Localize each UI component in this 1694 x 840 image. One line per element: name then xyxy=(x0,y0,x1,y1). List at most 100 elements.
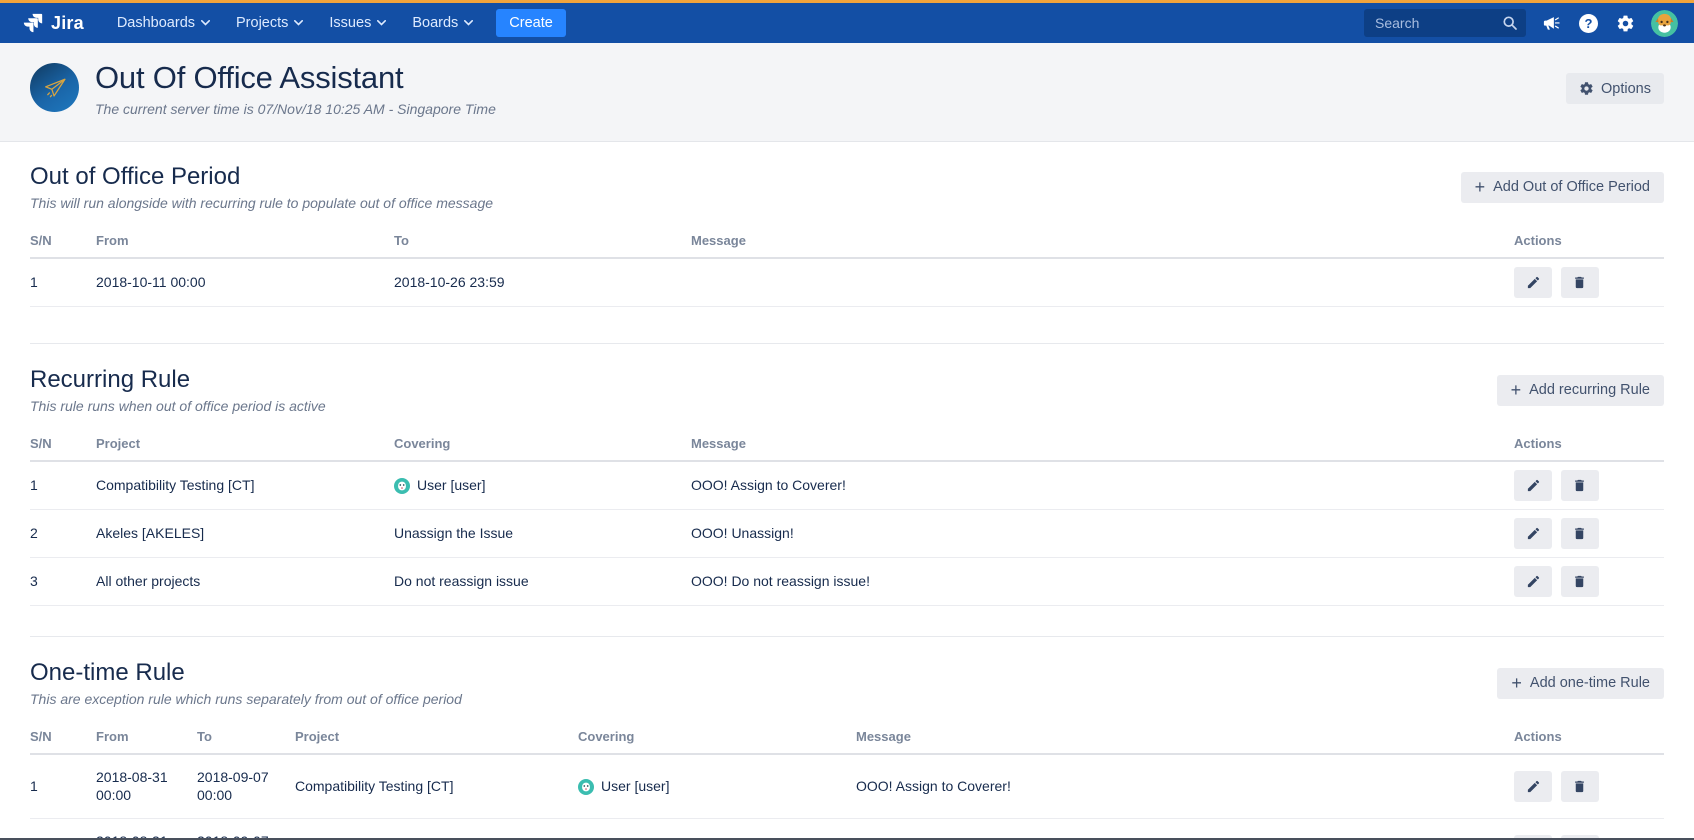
section-divider xyxy=(30,343,1664,344)
cell-actions xyxy=(1514,558,1664,606)
cell-message xyxy=(691,258,1514,307)
edit-button[interactable] xyxy=(1514,470,1552,501)
trash-icon xyxy=(1572,574,1587,589)
cell-message: OOO! Assign to Coverer! xyxy=(691,461,1514,510)
dog-avatar-icon xyxy=(1651,10,1678,37)
section-subtitle: This are exception rule which runs separ… xyxy=(30,691,462,707)
cell-covering: Unassign the Issue xyxy=(578,819,856,840)
plus-icon: + xyxy=(1511,381,1522,399)
plus-icon: + xyxy=(1475,178,1486,196)
nav-boards[interactable]: Boards xyxy=(401,9,484,37)
create-button[interactable]: Create xyxy=(496,9,566,37)
add-button-label: Add recurring Rule xyxy=(1529,382,1650,398)
search-box xyxy=(1364,9,1526,37)
cell-project: Compatibility Testing [CT] xyxy=(295,754,578,819)
delete-button[interactable] xyxy=(1561,267,1599,298)
trash-icon xyxy=(1572,275,1587,290)
cell-from: 2018-08-31 00:00 xyxy=(96,754,197,819)
cell-covering: User [user] xyxy=(394,461,691,510)
cell-message: OOO! Unassign! xyxy=(691,510,1514,558)
cell-project: Akeles [AKELES] xyxy=(96,510,394,558)
cell-covering: Do not reassign issue xyxy=(394,558,691,606)
nav-projects[interactable]: Projects xyxy=(225,9,314,37)
col-message: Message xyxy=(856,720,1514,754)
cell-sn: 2 xyxy=(30,510,96,558)
section-subtitle: This will run alongside with recurring r… xyxy=(30,195,493,211)
delete-button[interactable] xyxy=(1561,518,1599,549)
cell-sn: 1 xyxy=(30,461,96,510)
table-header-row: S/N From To Project Covering Message Act… xyxy=(30,720,1664,754)
help-button[interactable]: ? xyxy=(1577,12,1600,35)
section-heading-block: Out of Office Period This will run along… xyxy=(30,163,493,211)
gear-icon xyxy=(1579,81,1594,96)
col-actions: Actions xyxy=(1514,224,1664,258)
options-button[interactable]: Options xyxy=(1566,73,1664,104)
section-heading-block: Recurring Rule This rule runs when out o… xyxy=(30,366,326,414)
announcements-button[interactable] xyxy=(1540,12,1563,35)
col-covering: Covering xyxy=(578,720,856,754)
chevron-down-icon xyxy=(294,20,303,26)
cell-sn: 1 xyxy=(30,754,96,819)
table-header-row: S/N From To Message Actions xyxy=(30,224,1664,258)
add-button-label: Add Out of Office Period xyxy=(1493,179,1650,195)
cell-message: OOO! Do not reassign issue! xyxy=(691,558,1514,606)
cell-actions xyxy=(1514,819,1664,840)
pencil-icon xyxy=(1526,478,1541,493)
covering-user-avatar-icon xyxy=(578,779,594,795)
edit-button[interactable] xyxy=(1514,771,1552,802)
col-to: To xyxy=(394,224,691,258)
jira-home-link[interactable]: Jira xyxy=(22,12,84,34)
main-content: Out of Office Period This will run along… xyxy=(0,163,1694,840)
cell-to: 2018-10-26 23:59 xyxy=(394,258,691,307)
cell-covering: User [user] xyxy=(578,754,856,819)
add-button-label: Add one-time Rule xyxy=(1530,675,1650,691)
user-avatar[interactable] xyxy=(1651,10,1678,37)
edit-button[interactable] xyxy=(1514,267,1552,298)
add-recurring-rule-button[interactable]: + Add recurring Rule xyxy=(1497,375,1664,406)
cell-covering: Unassign the Issue xyxy=(394,510,691,558)
col-sn: S/N xyxy=(30,720,96,754)
delete-button[interactable] xyxy=(1561,470,1599,501)
covering-label: User [user] xyxy=(417,477,485,495)
section-divider xyxy=(30,636,1664,637)
table-header-row: S/N Project Covering Message Actions xyxy=(30,427,1664,461)
page-title-block: Out Of Office Assistant The current serv… xyxy=(95,60,496,117)
section-title: One-time Rule xyxy=(30,659,462,687)
nav-issues[interactable]: Issues xyxy=(318,9,397,37)
table-row: 1 Compatibility Testing [CT] User [us xyxy=(30,461,1664,510)
options-label: Options xyxy=(1601,81,1651,97)
page-header: Out Of Office Assistant The current serv… xyxy=(0,43,1694,142)
covering-user-avatar-icon xyxy=(394,478,410,494)
navbar-right-group: ? xyxy=(1364,9,1678,37)
delete-button[interactable] xyxy=(1561,771,1599,802)
pencil-icon xyxy=(1526,574,1541,589)
app-icon xyxy=(30,63,79,112)
one-time-rule-table: S/N From To Project Covering Message Act… xyxy=(30,720,1664,840)
delete-button[interactable] xyxy=(1561,566,1599,597)
chevron-down-icon xyxy=(377,20,386,26)
jira-navbar: Jira Dashboards Projects Issues Boards C… xyxy=(0,3,1694,43)
cell-project: Akeles [AKELES] xyxy=(295,819,578,840)
table-row: 1 2018-08-31 00:00 2018-09-07 00:00 Comp… xyxy=(30,754,1664,819)
trash-icon xyxy=(1572,526,1587,541)
add-out-of-office-period-button[interactable]: + Add Out of Office Period xyxy=(1461,172,1664,203)
chevron-down-icon xyxy=(201,20,210,26)
settings-button[interactable] xyxy=(1614,12,1637,35)
table-row: 2 Akeles [AKELES] Unassign the Issue OOO… xyxy=(30,510,1664,558)
pencil-icon xyxy=(1526,275,1541,290)
megaphone-icon xyxy=(1542,14,1561,33)
cell-message: OOO! Unassign! xyxy=(856,819,1514,840)
col-actions: Actions xyxy=(1514,427,1664,461)
nav-dashboards-label: Dashboards xyxy=(117,15,195,31)
table-row: 1 2018-10-11 00:00 2018-10-26 23:59 xyxy=(30,258,1664,307)
cell-actions xyxy=(1514,461,1664,510)
section-title: Out of Office Period xyxy=(30,163,493,191)
recurring-rule-table: S/N Project Covering Message Actions 1 C… xyxy=(30,427,1664,606)
nav-dashboards[interactable]: Dashboards xyxy=(106,9,221,37)
cell-from: 2018-10-11 00:00 xyxy=(96,258,394,307)
col-message: Message xyxy=(691,224,1514,258)
add-one-time-rule-button[interactable]: + Add one-time Rule xyxy=(1497,668,1664,699)
edit-button[interactable] xyxy=(1514,518,1552,549)
edit-button[interactable] xyxy=(1514,566,1552,597)
cell-actions xyxy=(1514,510,1664,558)
